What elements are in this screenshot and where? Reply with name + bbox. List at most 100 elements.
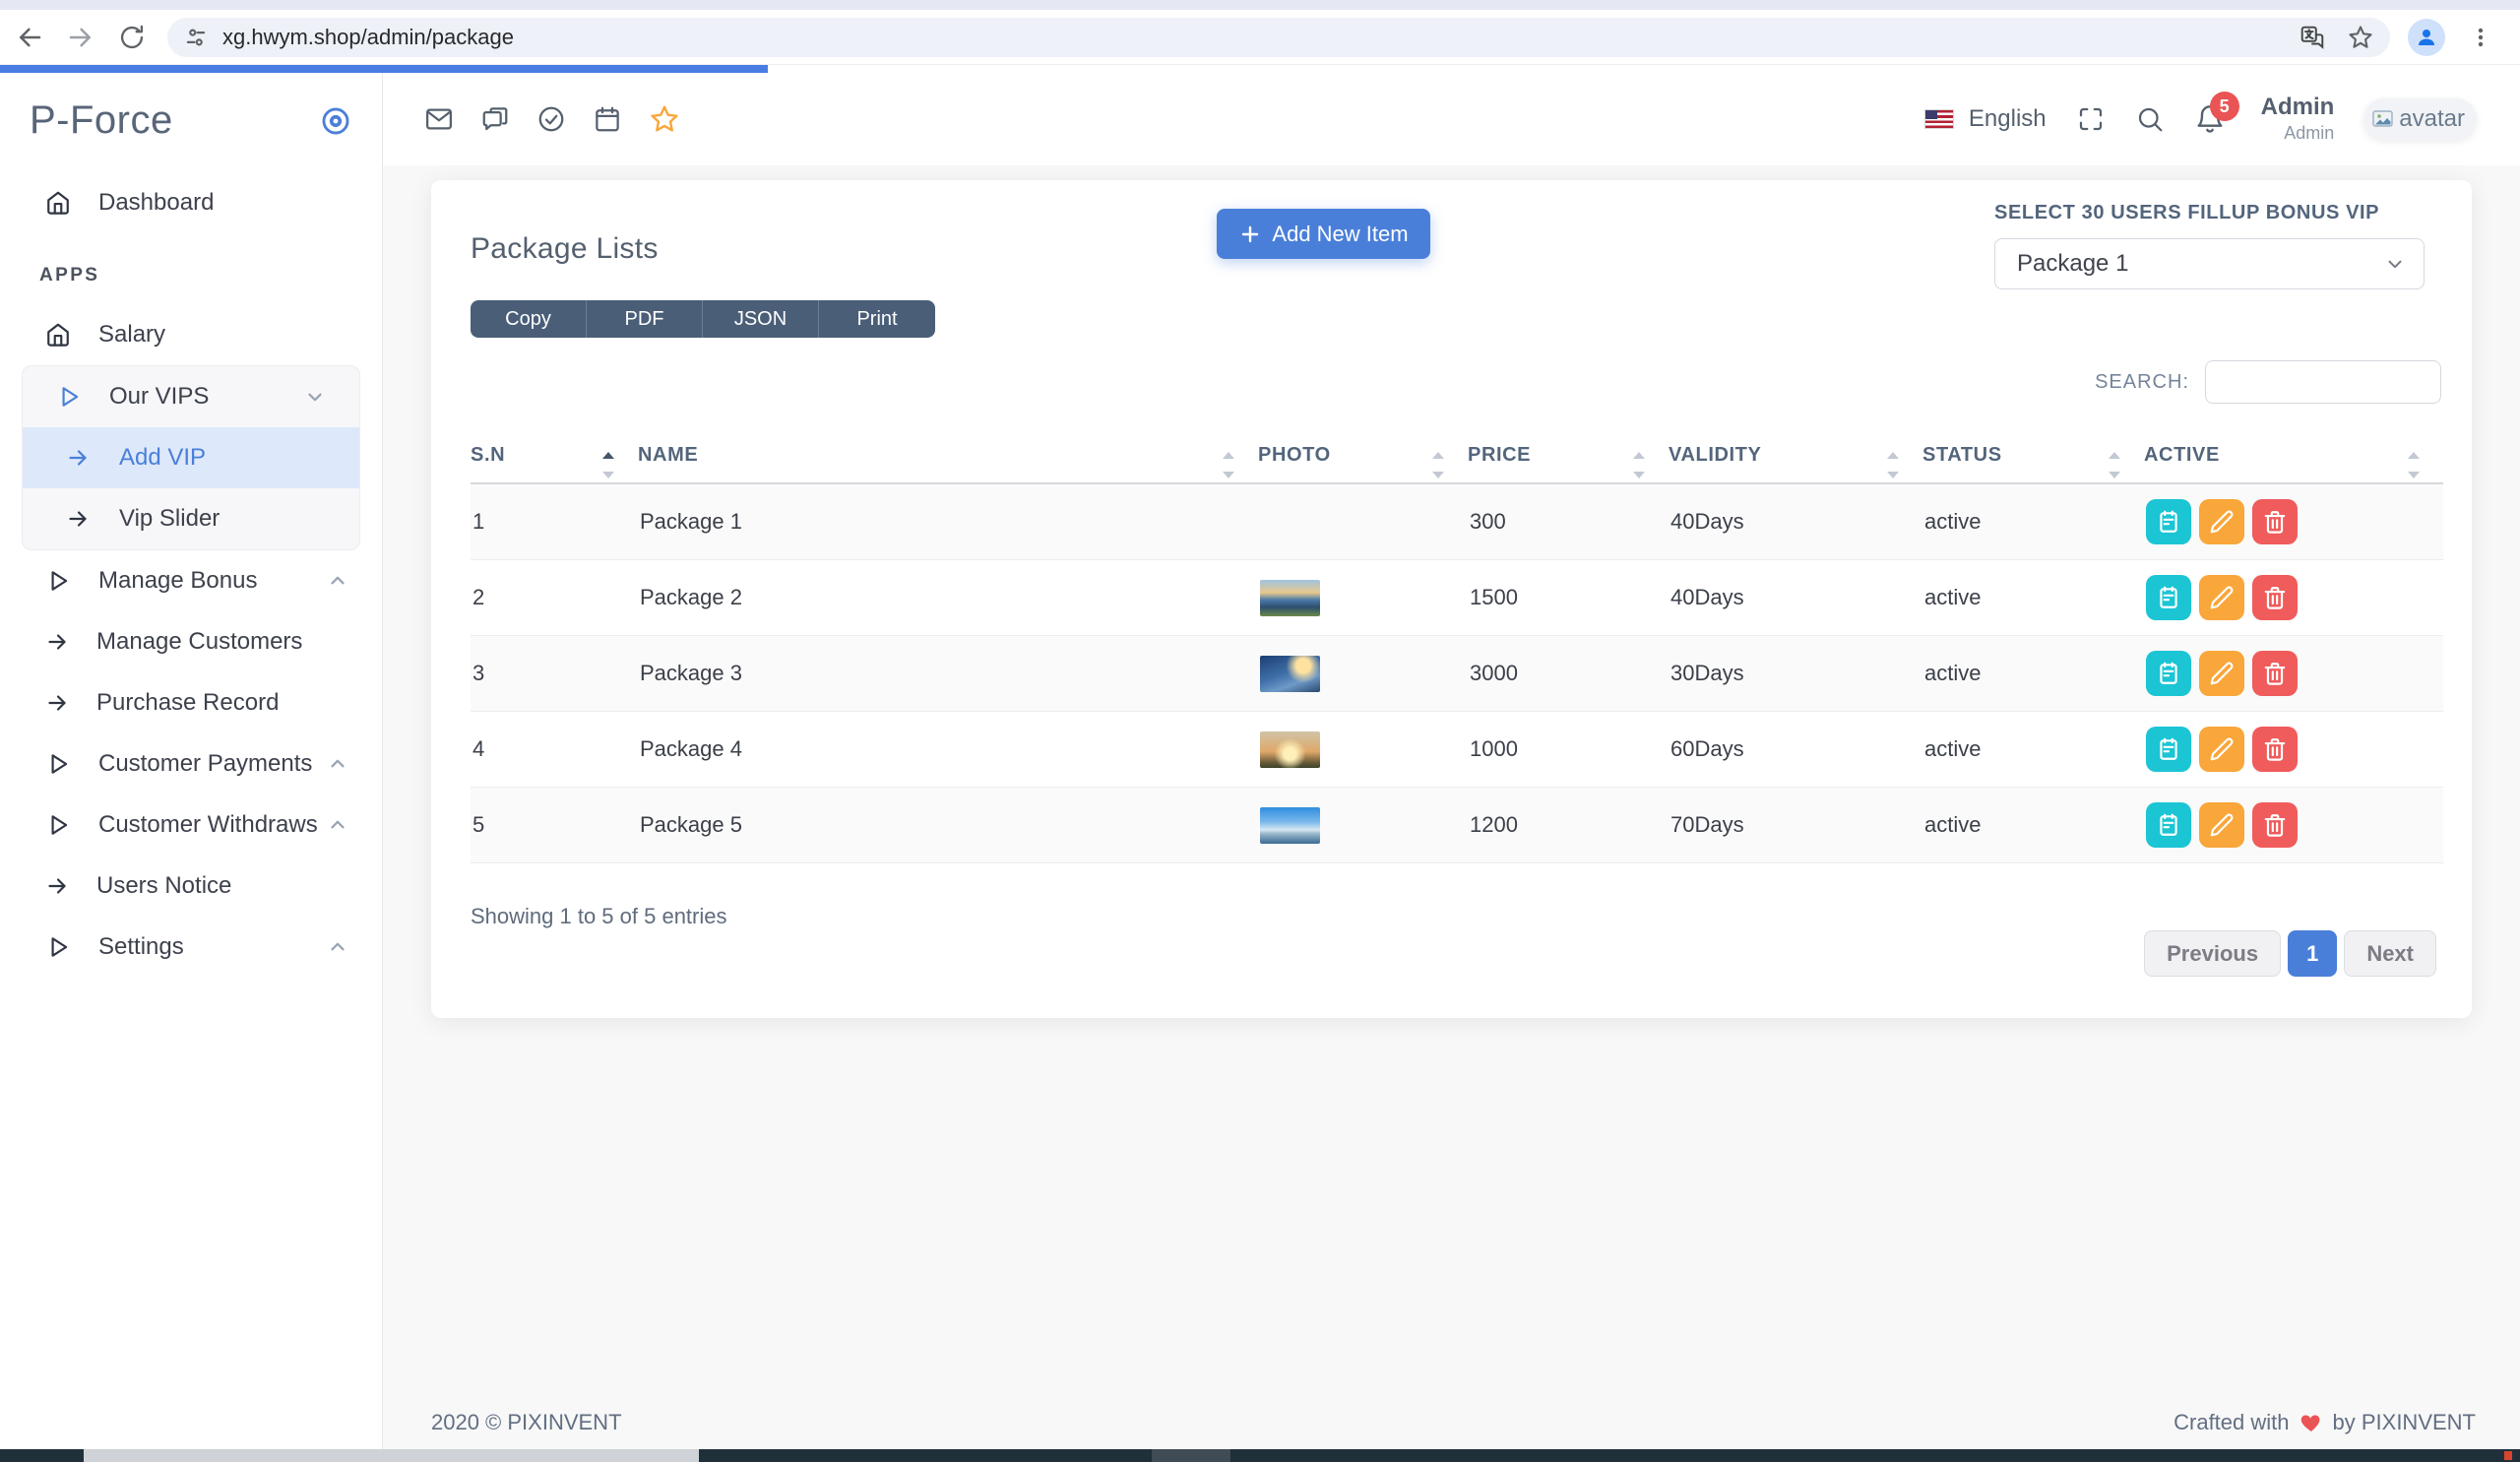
view-button[interactable] (2146, 575, 2191, 620)
delete-button[interactable] (2252, 651, 2298, 696)
menu-collapse-icon[interactable] (319, 104, 352, 138)
sort-icons (2109, 452, 2120, 478)
cell-price: 1500 (1468, 560, 1669, 636)
url-bar[interactable]: xg.hwym.shop/admin/package (167, 18, 2390, 57)
browser-profile-icon[interactable] (2408, 19, 2445, 56)
translate-icon[interactable] (2300, 25, 2325, 50)
pencil-icon (2209, 509, 2235, 535)
cell-sn: 1 (471, 483, 638, 560)
sidebar-item-settings[interactable]: Settings (0, 917, 382, 978)
horizontal-scrollbar-thumb[interactable] (84, 1449, 699, 1462)
arrow-right-icon (66, 446, 90, 470)
arrow-right-icon (66, 507, 90, 531)
delete-button[interactable] (2252, 802, 2298, 848)
pdf-button[interactable]: PDF (587, 300, 703, 338)
delete-button[interactable] (2252, 727, 2298, 772)
sidebar-item-users-notice[interactable]: Users Notice (0, 856, 382, 917)
view-button[interactable] (2146, 727, 2191, 772)
edit-button[interactable] (2199, 651, 2244, 696)
cell-photo (1258, 636, 1468, 712)
edit-button[interactable] (2199, 575, 2244, 620)
sidebar-item-salary[interactable]: Salary (0, 304, 382, 365)
topbar: English 5 Admin Admin (383, 73, 2520, 165)
view-button[interactable] (2146, 802, 2191, 848)
brand-logo[interactable]: P-Force (30, 98, 173, 143)
star-icon[interactable] (649, 103, 680, 135)
next-page-button[interactable]: Next (2344, 930, 2436, 977)
column-header-name[interactable]: NAME (638, 442, 1258, 483)
cell-sn: 4 (471, 712, 638, 788)
play-icon (45, 812, 71, 838)
pencil-icon (2209, 585, 2235, 610)
chevron-down-icon (304, 386, 326, 408)
previous-page-button[interactable]: Previous (2144, 930, 2281, 977)
sidebar-item-label: Dashboard (98, 189, 382, 217)
edit-button[interactable] (2199, 499, 2244, 544)
sidebar-section-apps: APPS (39, 265, 382, 286)
column-header-price[interactable]: PRICE (1468, 442, 1669, 483)
page-1-button[interactable]: 1 (2288, 930, 2337, 977)
sidebar-item-customer-withdraws[interactable]: Customer Withdraws (0, 795, 382, 856)
clipboard-icon (2156, 736, 2181, 762)
play-icon (45, 568, 71, 594)
sidebar-item-vip-slider[interactable]: Vip Slider (23, 488, 359, 549)
table-row: 3 Package 3 3000 30Days active (471, 636, 2443, 712)
view-button[interactable] (2146, 499, 2191, 544)
edit-button[interactable] (2199, 802, 2244, 848)
pencil-icon (2209, 736, 2235, 762)
notifications-bell[interactable]: 5 (2194, 103, 2226, 135)
sidebar-nav: Dashboard APPS Salary Our VIPS (0, 172, 382, 978)
column-header-active[interactable]: ACTIVE (2144, 442, 2443, 483)
url-text[interactable]: xg.hwym.shop/admin/package (222, 25, 2300, 50)
add-new-item-button[interactable]: Add New Item (1217, 209, 1430, 259)
fullscreen-icon[interactable] (2076, 104, 2106, 134)
bonus-vip-select-label: SELECT 30 USERS FILLUP BONUS VIP (1994, 202, 2425, 224)
chat-icon[interactable] (480, 104, 510, 134)
sidebar-item-customer-payments[interactable]: Customer Payments (0, 733, 382, 795)
sidebar-item-dashboard[interactable]: Dashboard (0, 172, 382, 233)
delete-button[interactable] (2252, 499, 2298, 544)
bonus-vip-select[interactable]: Package 1 (1994, 238, 2425, 289)
content: Package Lists Add New Item SELECT 30 USE… (383, 165, 2520, 1449)
sidebar-item-our-vips[interactable]: Our VIPS (23, 366, 359, 427)
cell-sn: 3 (471, 636, 638, 712)
sort-icons (1223, 452, 1234, 478)
notification-badge: 5 (2210, 92, 2239, 121)
check-circle-icon[interactable] (536, 104, 566, 134)
package-photo (1260, 807, 1320, 844)
back-icon[interactable] (8, 16, 51, 59)
delete-button[interactable] (2252, 575, 2298, 620)
column-header-status[interactable]: STATUS (1922, 442, 2144, 483)
view-button[interactable] (2146, 651, 2191, 696)
edit-button[interactable] (2199, 727, 2244, 772)
search-input[interactable] (2205, 360, 2441, 404)
chevron-up-icon (327, 753, 348, 775)
browser-menu-icon[interactable] (2459, 16, 2502, 59)
sort-icons (2408, 452, 2420, 478)
avatar[interactable]: avatar (2363, 98, 2477, 140)
column-header-photo[interactable]: PHOTO (1258, 442, 1468, 483)
print-button[interactable]: Print (819, 300, 935, 338)
site-info-icon[interactable] (183, 25, 209, 50)
sidebar-item-add-vip[interactable]: Add VIP (23, 427, 359, 488)
mail-icon[interactable] (424, 104, 454, 134)
us-flag-icon[interactable] (1925, 110, 1953, 128)
copy-button[interactable]: Copy (471, 300, 587, 338)
json-button[interactable]: JSON (703, 300, 819, 338)
column-header-sn[interactable]: S.N (471, 442, 638, 483)
reload-icon[interactable] (110, 16, 154, 59)
column-header-validity[interactable]: VALIDITY (1669, 442, 1922, 483)
forward-icon[interactable] (59, 16, 102, 59)
sidebar-item-manage-bonus[interactable]: Manage Bonus (0, 550, 382, 611)
sidebar-item-label: Add VIP (119, 444, 206, 472)
user-info[interactable]: Admin Admin (2261, 95, 2335, 143)
trash-icon (2262, 509, 2288, 535)
language-label[interactable]: English (1969, 105, 2047, 133)
search-icon[interactable] (2135, 104, 2165, 134)
cell-validity: 30Days (1669, 636, 1922, 712)
bookmark-star-icon[interactable] (2347, 24, 2374, 51)
sidebar-item-purchase-record[interactable]: Purchase Record (0, 672, 382, 733)
sidebar-item-manage-customers[interactable]: Manage Customers (0, 611, 382, 672)
crafted-with: Crafted with by PIXINVENT (2174, 1410, 2476, 1435)
calendar-icon[interactable] (593, 104, 622, 134)
